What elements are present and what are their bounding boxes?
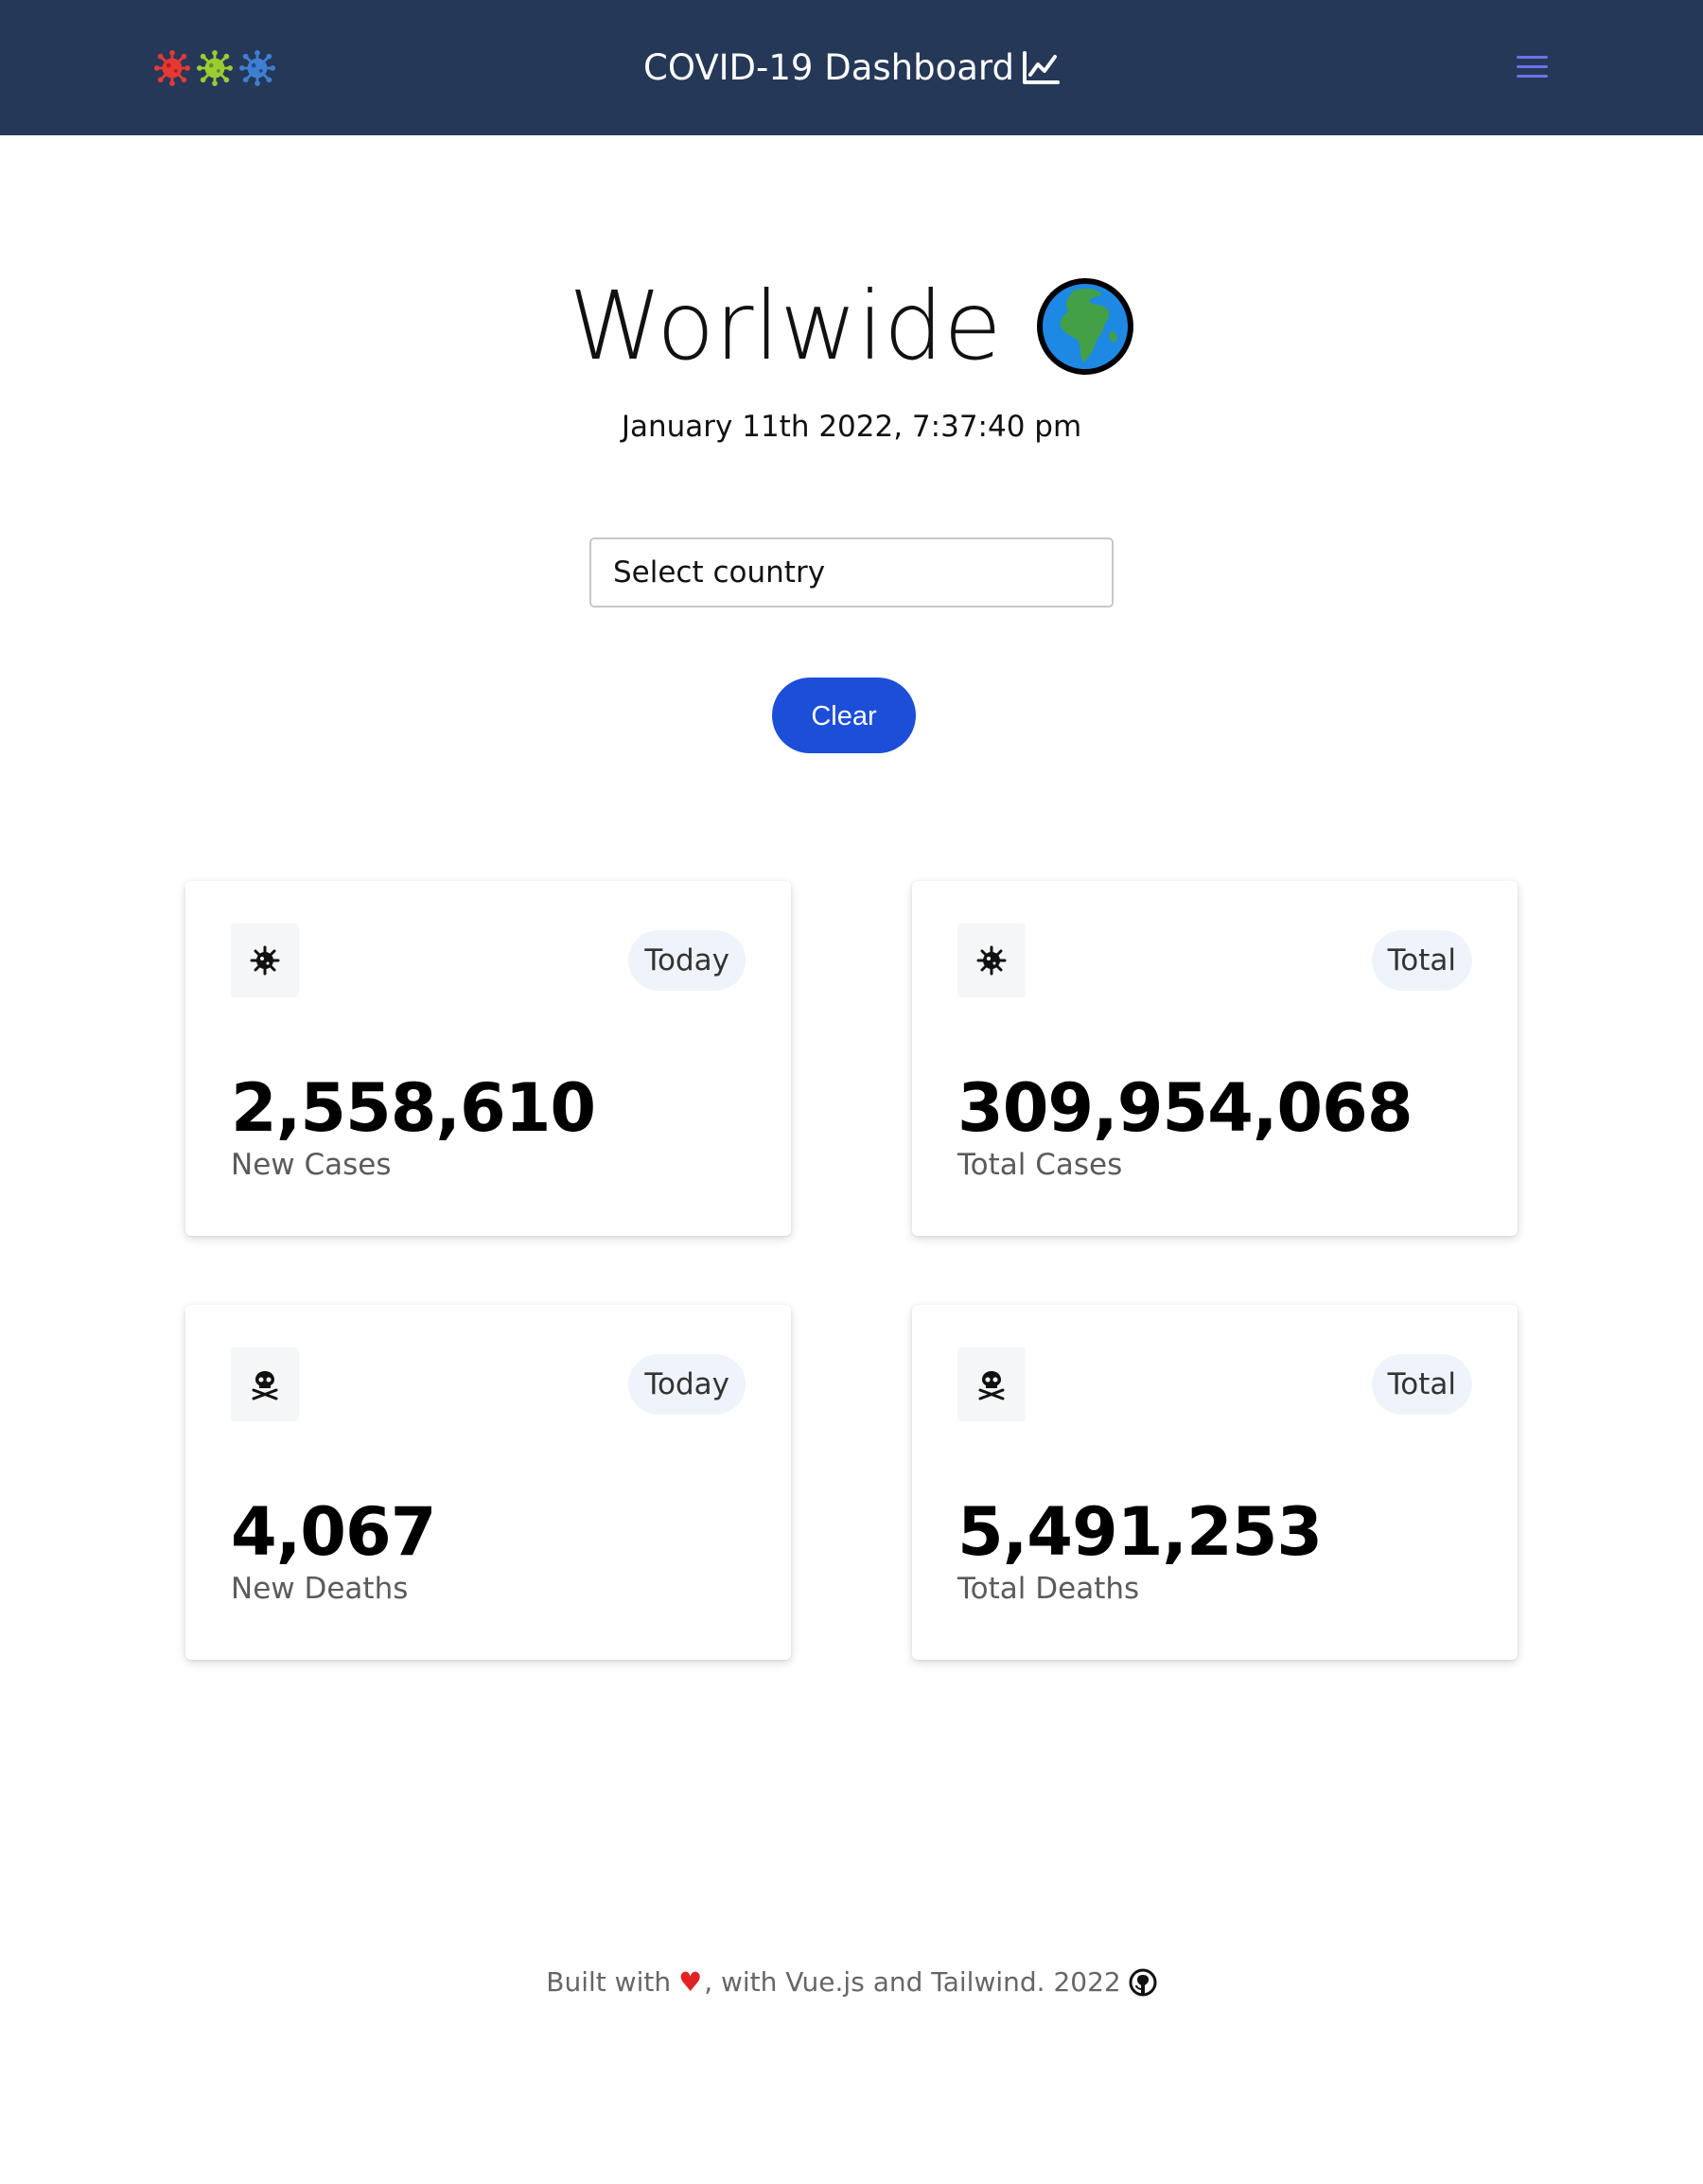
period-badge: Today: [628, 930, 746, 991]
card-icon-box: [231, 924, 299, 997]
app-title-text: COVID-19 Dashboard: [643, 47, 1014, 88]
stat-label: New Cases: [231, 1148, 392, 1182]
skull-crossbones-icon: [978, 1371, 1005, 1400]
stat-label: New Deaths: [231, 1572, 409, 1606]
stat-card-new-deaths: Today 4,067 New Deaths: [185, 1305, 791, 1660]
stat-value: 4,067: [231, 1493, 436, 1571]
last-updated-datetime: January 11th 2022, 7:37:40 pm: [621, 410, 1082, 444]
period-badge: Total: [1371, 930, 1472, 991]
line-chart-icon: [1022, 51, 1060, 84]
card-icon-box: [957, 1347, 1026, 1421]
clear-button[interactable]: Clear: [772, 678, 916, 753]
stat-card-total-deaths: Total 5,491,253 Total Deaths: [912, 1305, 1518, 1660]
virus-icon: [250, 945, 280, 976]
stat-card-total-cases: Total 309,954,068 Total Cases: [912, 881, 1518, 1236]
country-select[interactable]: Select country: [589, 537, 1114, 608]
top-navbar: COVID-19 Dashboard: [0, 0, 1703, 135]
hamburger-menu-icon[interactable]: [1514, 52, 1552, 82]
globe-icon: [1036, 278, 1133, 375]
footer: Built with ♥ , with Vue.js and Tailwind.…: [0, 1964, 1703, 2001]
card-icon-box: [957, 924, 1026, 997]
github-icon[interactable]: [1129, 1968, 1157, 1997]
stat-value: 2,558,610: [231, 1069, 596, 1147]
country-select-placeholder: Select country: [613, 555, 826, 590]
period-badge: Total: [1371, 1354, 1472, 1415]
footer-text-after: , with Vue.js and Tailwind. 2022: [704, 1966, 1121, 1998]
page-title-text: Worlwide: [569, 271, 1002, 381]
stat-label: Total Cases: [957, 1148, 1123, 1182]
heart-icon: ♥: [678, 1966, 703, 1998]
stat-card-new-cases: Today 2,558,610 New Cases: [185, 881, 791, 1236]
skull-crossbones-icon: [252, 1371, 278, 1400]
stat-value: 309,954,068: [957, 1069, 1413, 1147]
virus-icon: [976, 945, 1007, 976]
stat-label: Total Deaths: [957, 1572, 1140, 1606]
app-title: COVID-19 Dashboard: [0, 44, 1703, 93]
footer-text-before: Built with: [546, 1966, 672, 1998]
period-badge: Today: [628, 1354, 746, 1415]
card-icon-box: [231, 1347, 299, 1421]
stat-value: 5,491,253: [957, 1493, 1323, 1571]
page-title: Worlwide: [0, 265, 1703, 388]
